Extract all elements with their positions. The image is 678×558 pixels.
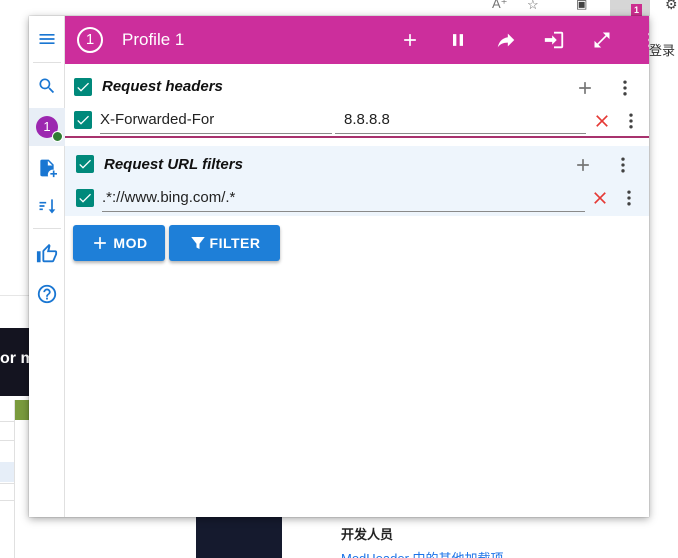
read-aloud-icon[interactable]: A⁺	[492, 0, 508, 12]
url-filters-checkbox[interactable]	[76, 155, 94, 173]
url-filters-title: Request URL filters	[104, 156, 243, 173]
page-divider	[14, 400, 15, 558]
filter-row-more-icon[interactable]	[619, 188, 639, 208]
favorites-icon[interactable]: ☆	[527, 0, 539, 13]
page-row-line	[0, 483, 14, 484]
login-link[interactable]: 登录	[649, 40, 675, 59]
pause-icon[interactable]	[446, 28, 470, 52]
filter-pattern-input[interactable]: .*://www.bing.com/.*	[102, 186, 585, 212]
side-nav: 1	[29, 16, 65, 517]
search-button[interactable]	[29, 68, 65, 104]
delete-filter-icon[interactable]	[590, 188, 610, 208]
page-thumbnail	[196, 517, 282, 558]
help-icon	[37, 284, 57, 304]
add-file-icon	[40, 159, 57, 178]
add-mod-label: MOD	[113, 235, 148, 251]
header-value-input[interactable]: 8.8.8.8	[335, 108, 586, 134]
active-check-icon	[52, 131, 63, 142]
request-headers-checkbox[interactable]	[74, 78, 92, 96]
header-name-input[interactable]: X-Forwarded-For	[100, 108, 332, 134]
menu-button[interactable]	[29, 21, 65, 57]
sort-button[interactable]	[29, 188, 65, 224]
page-row-highlight	[0, 462, 14, 482]
profile-badge: 1	[36, 116, 63, 142]
profile-title[interactable]: Profile 1	[122, 30, 184, 50]
delete-header-icon[interactable]	[592, 111, 612, 131]
page-row-line	[0, 421, 14, 422]
collections-icon[interactable]: ▣	[576, 0, 587, 11]
page-banner-text: or m	[0, 350, 30, 367]
developer-section-title: 开发人员	[341, 527, 394, 542]
profile-header: 1 Profile 1	[65, 16, 649, 64]
nav-divider	[33, 228, 61, 229]
page-green-bar	[14, 400, 30, 420]
request-headers-section: Request headers X-Forwarded-For 8.8.8.8	[65, 70, 649, 138]
rate-button[interactable]	[29, 236, 65, 272]
expand-icon[interactable]	[590, 28, 614, 52]
thumb-up-icon	[36, 243, 58, 263]
page-row-line	[0, 500, 14, 501]
add-header-icon[interactable]	[575, 78, 595, 98]
plus-icon	[94, 237, 107, 249]
search-icon	[39, 78, 55, 94]
menu-icon	[39, 34, 55, 44]
share-icon[interactable]	[494, 28, 518, 52]
import-icon[interactable]	[542, 28, 566, 52]
add-mod-button[interactable]: MOD	[73, 225, 165, 261]
add-icon[interactable]	[398, 28, 422, 52]
add-filter-icon[interactable]	[573, 155, 593, 175]
profile-number-circle: 1	[77, 27, 103, 53]
profile-badge-number: 1	[43, 119, 51, 134]
developer-addons-link[interactable]: ModHeader 中的其他加载项	[341, 548, 504, 558]
extension-button[interactable]	[610, 0, 650, 16]
request-headers-title: Request headers	[102, 78, 223, 95]
sort-icon	[39, 199, 56, 214]
profile-1-button[interactable]: 1	[29, 108, 65, 146]
more-vert-icon[interactable]	[638, 28, 649, 52]
settings-icon[interactable]: ⚙	[665, 0, 678, 13]
add-filter-button[interactable]: FILTER	[169, 225, 280, 261]
page-row-line	[0, 440, 14, 441]
url-filters-section: Request URL filters .*://www.bing.com/.*	[65, 146, 649, 216]
filters-more-icon[interactable]	[613, 155, 633, 175]
help-button[interactable]	[29, 276, 65, 312]
extension-badge: 1	[631, 4, 642, 16]
modheader-popup: 1 1 Profile 1 Request headers X-Forwarde…	[29, 16, 649, 517]
header-row-checkbox[interactable]	[74, 111, 92, 129]
filter-icon	[190, 237, 205, 249]
add-filter-label: FILTER	[209, 235, 261, 251]
filter-row-checkbox[interactable]	[76, 189, 94, 207]
nav-divider	[33, 62, 61, 63]
header-row-more-icon[interactable]	[621, 111, 641, 131]
headers-more-icon[interactable]	[615, 78, 635, 98]
add-profile-button[interactable]	[29, 150, 65, 186]
